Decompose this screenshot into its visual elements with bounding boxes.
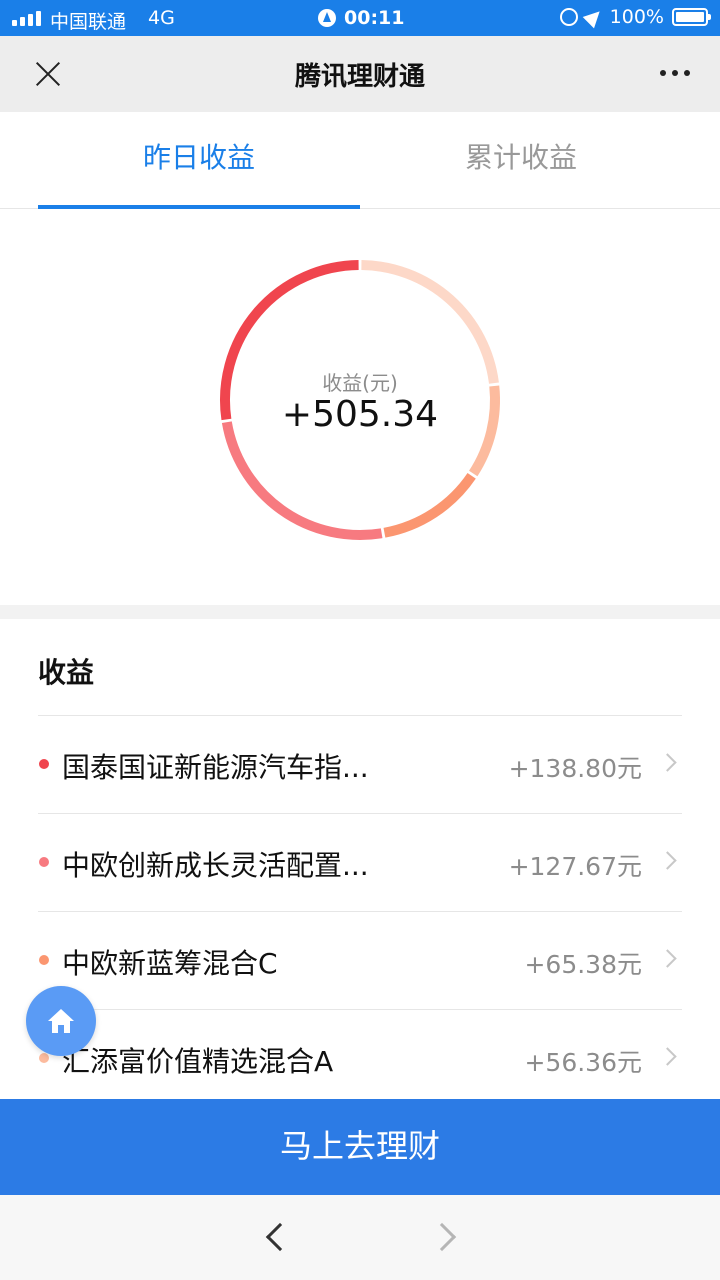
tab-yesterday-earnings[interactable]: 昨日收益 [38,112,360,209]
title-bar: 腾讯理财通 [0,36,720,112]
section-title: 收益 [38,656,95,689]
fund-color-dot [39,759,49,769]
ring-segment [221,421,383,540]
time-label: 00:11 [344,7,405,29]
earnings-list: 收益 国泰国证新能源汽车指... +138.80元 中欧创新成长灵活配置... … [0,619,720,1099]
fund-row[interactable]: 国泰国证新能源汽车指... +138.80元 [38,716,682,814]
battery-icon [672,8,711,26]
battery-percent: 100% [609,6,664,28]
ring-segment [361,260,499,384]
carrier-label: 中国联通 [50,11,127,33]
fund-color-dot [39,857,49,867]
chevron-right-icon [658,753,677,772]
earnings-total: +505.34 [281,394,439,435]
fund-row[interactable]: 中欧创新成长灵活配置... +127.67元 [38,814,682,912]
chevron-right-icon [658,1047,677,1066]
chevron-right-icon [658,949,677,968]
home-icon [48,1009,74,1033]
fund-row[interactable]: 中欧新蓝筹混合C +65.38元 [38,912,682,1010]
ring-segment [383,473,476,538]
tab-total-earnings[interactable]: 累计收益 [360,112,682,209]
network-type: 4G [148,7,175,29]
more-icon[interactable] [660,70,690,76]
fund-name: 中欧新蓝筹混合C [62,947,278,980]
status-bar: 中国联通 4G 00:11 100% [0,0,720,36]
navigation-icon [318,9,336,27]
earnings-ring: 收益(元) +505.34 [0,209,720,605]
fund-amount: +56.36元 [524,1048,642,1077]
invest-now-button[interactable]: 马上去理财 [0,1099,720,1195]
fund-row[interactable]: 汇添富价值精选混合A +56.36元 [38,1010,682,1108]
earnings-label: 收益(元) [322,371,398,395]
home-button[interactable] [26,986,96,1056]
fund-amount: +127.67元 [508,852,642,881]
fund-name: 汇添富价值精选混合A [62,1045,334,1078]
location-icon [582,5,605,29]
clock: 00:11 [318,7,404,29]
page-title: 腾讯理财通 [294,62,425,92]
fund-amount: +138.80元 [508,754,642,783]
back-arrow-icon[interactable] [265,1222,295,1252]
chevron-right-icon [658,851,677,870]
fund-name: 国泰国证新能源汽车指... [62,751,369,784]
fund-amount: +65.38元 [524,950,642,979]
fund-color-dot [39,1053,49,1063]
browser-nav [0,1195,720,1280]
signal-icon [12,10,41,26]
forward-arrow-icon[interactable] [427,1222,457,1252]
fund-name: 中欧创新成长灵活配置... [62,849,369,882]
status-right: 100% [559,5,711,29]
fund-color-dot [39,955,49,965]
rotation-lock-icon [559,8,578,26]
earnings-tabs: 昨日收益 累计收益 [0,112,720,209]
